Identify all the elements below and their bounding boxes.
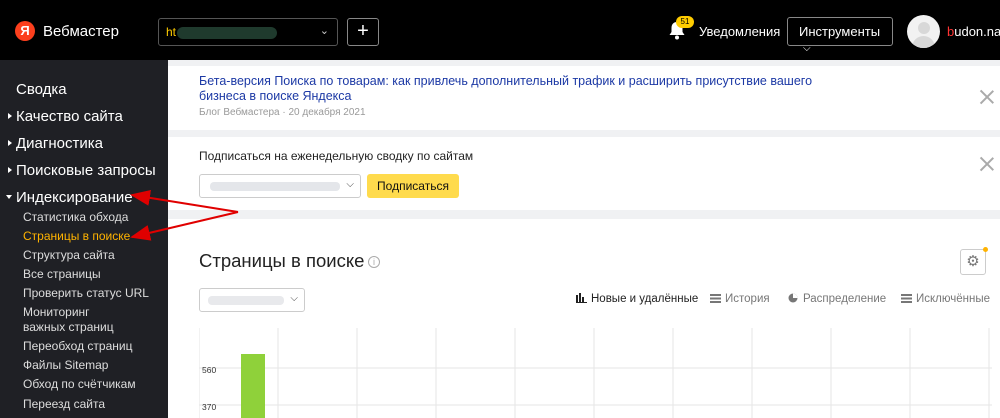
sidebar-subitem-crawl-stats[interactable]: Статистика обхода xyxy=(23,210,128,225)
site-selector[interactable]: ht ⌄ xyxy=(158,18,338,46)
subscribe-title: Подписаться на еженедельную сводку по са… xyxy=(199,149,474,163)
chevron-down-icon: ⌵ xyxy=(290,293,298,304)
chevron-down-icon: ⌄ xyxy=(319,25,329,37)
yandex-logo-icon[interactable]: Я xyxy=(15,21,35,41)
expand-triangle-icon xyxy=(8,140,12,146)
chart-canvas xyxy=(198,328,992,418)
tab-excluded[interactable]: Исключённые xyxy=(901,293,990,305)
history-icon xyxy=(710,294,721,303)
sidebar-item-label: Качество сайта xyxy=(16,108,123,125)
avatar[interactable] xyxy=(907,15,940,48)
pages-in-search-card: Страницы в поиске i ⚙ ⌵ Новые и удалённы… xyxy=(168,219,1000,418)
pages-chart: 560 370 xyxy=(198,328,992,418)
avatar-head-shape xyxy=(918,22,930,34)
sidebar-subitem-monitoring[interactable]: Мониторинг xyxy=(23,305,90,320)
chevron-down-icon: ⌵ xyxy=(346,179,354,190)
close-icon[interactable] xyxy=(980,90,994,104)
top-header: Я Вебмастер ht ⌄ + 51 Уведомления Инстру… xyxy=(0,0,1000,60)
host-select[interactable]: ⌵ xyxy=(199,288,305,312)
pie-icon xyxy=(788,293,798,303)
sidebar-item-label: Поисковые запросы xyxy=(16,162,156,179)
site-selector-value: ht xyxy=(166,25,177,39)
close-icon[interactable] xyxy=(980,157,994,171)
redacted-host xyxy=(208,296,284,305)
username-rest: udon.nata xyxy=(954,24,1000,39)
tab-distribution[interactable]: Распределение xyxy=(788,293,886,305)
blog-article-meta: Блог Вебмастера · 20 декабря 2021 xyxy=(199,107,366,118)
info-icon[interactable]: i xyxy=(368,256,380,268)
sidebar-subitem-check-url[interactable]: Проверить статус URL xyxy=(23,286,149,301)
blog-news-card: Бета-версия Поиска по товарам: как привл… xyxy=(168,66,1000,130)
sidebar-item-label: Сводка xyxy=(16,81,67,98)
avatar-body-shape xyxy=(912,36,935,48)
tools-dropdown[interactable]: Инструменты ⌵ xyxy=(787,17,893,54)
sidebar-subitem-sitemap-files[interactable]: Файлы Sitemap xyxy=(23,358,108,373)
sidebar: Сводка Качество сайта Диагностика Поиско… xyxy=(0,60,168,418)
sidebar-item-label: Диагностика xyxy=(16,135,103,152)
add-site-button[interactable]: + xyxy=(347,18,379,46)
chart-bar[interactable] xyxy=(241,354,265,418)
notifications-count-badge: 51 xyxy=(676,16,694,28)
username[interactable]: budon.nata xyxy=(947,24,1000,39)
tab-label: Новые и удалённые xyxy=(591,293,699,305)
tab-label: Распределение xyxy=(803,293,887,305)
tab-history[interactable]: История xyxy=(710,293,770,305)
sidebar-subitem-pages-in-search[interactable]: Страницы в поиске xyxy=(23,229,130,244)
tab-new-and-removed[interactable]: Новые и удалённые xyxy=(576,293,698,305)
sidebar-subitem-monitoring-line2[interactable]: важных страниц xyxy=(23,320,114,335)
expand-triangle-icon xyxy=(8,113,12,119)
main-content: Бета-версия Поиска по товарам: как привл… xyxy=(168,60,1000,418)
page-title: Страницы в поиске xyxy=(199,250,365,271)
tab-label: История xyxy=(725,293,770,305)
redacted-site-name xyxy=(177,27,277,39)
y-tick-label: 370 xyxy=(202,402,217,412)
email-select[interactable]: ⌵ xyxy=(199,174,361,198)
redacted-email xyxy=(210,182,340,191)
expand-triangle-icon xyxy=(8,167,12,173)
y-tick-label: 560 xyxy=(202,365,217,375)
excluded-icon xyxy=(901,294,912,303)
subscribe-card: Подписаться на еженедельную сводку по са… xyxy=(168,137,1000,210)
notifications-link[interactable]: Уведомления xyxy=(699,24,780,39)
sidebar-subitem-all-pages[interactable]: Все страницы xyxy=(23,267,101,282)
sidebar-subitem-counter-crawl[interactable]: Обход по счётчикам xyxy=(23,377,136,392)
collapse-triangle-icon xyxy=(6,195,12,199)
sidebar-subitem-site-move[interactable]: Переезд сайта xyxy=(23,397,105,412)
tools-dropdown-label: Инструменты xyxy=(799,24,881,39)
subscribe-button[interactable]: Подписаться xyxy=(367,174,459,198)
chevron-down-icon: ⌵ xyxy=(803,43,811,54)
sidebar-subitem-site-structure[interactable]: Структура сайта xyxy=(23,248,115,263)
sidebar-item-label: Индексирование xyxy=(16,189,133,206)
app-title[interactable]: Вебмастер xyxy=(43,23,119,40)
bars-icon xyxy=(576,293,587,303)
blog-article-link[interactable]: Бета-версия Поиска по товарам: как привл… xyxy=(199,74,839,104)
sidebar-subitem-recrawl[interactable]: Переобход страниц xyxy=(23,339,132,354)
gear-icon[interactable]: ⚙ xyxy=(960,249,986,275)
settings-indicator-dot xyxy=(983,247,988,252)
tab-label: Исключённые xyxy=(916,293,991,305)
